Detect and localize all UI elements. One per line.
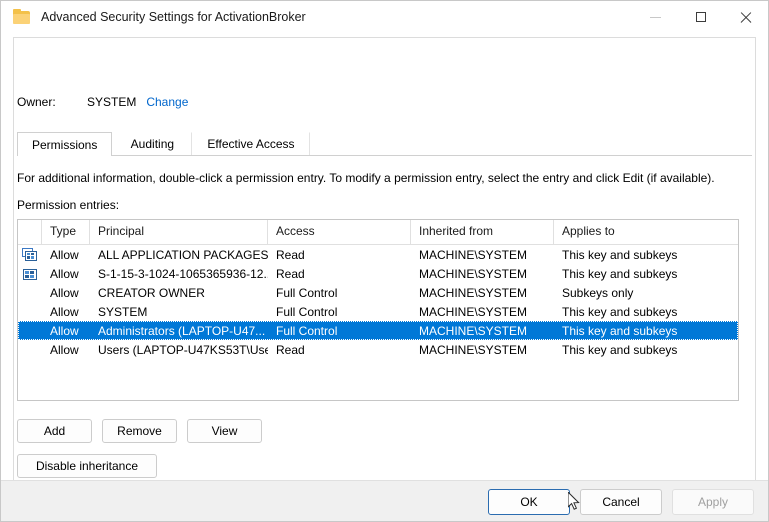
cell-inherited-from: MACHINE\SYSTEM xyxy=(411,305,554,319)
dialog-client-area: Owner: SYSTEM Change Permissions Auditin… xyxy=(1,33,768,480)
cell-access: Full Control xyxy=(268,324,411,338)
app-package-icon xyxy=(18,267,42,281)
list-body: Allow ALL APPLICATION PACKAGES Read MACH… xyxy=(18,245,738,359)
add-button[interactable]: Add xyxy=(17,419,92,443)
cell-type: Allow xyxy=(42,248,90,262)
cell-applies-to: Subkeys only xyxy=(554,286,738,300)
owner-value: SYSTEM xyxy=(87,95,136,109)
entry-action-buttons: Add Remove View xyxy=(17,419,262,443)
maximize-button[interactable] xyxy=(678,1,723,33)
dialog-footer: OK Cancel Apply xyxy=(1,480,768,521)
column-header-access[interactable]: Access xyxy=(268,220,411,244)
owner-label: Owner: xyxy=(17,95,87,109)
cell-principal: SYSTEM xyxy=(90,305,268,319)
column-header-principal[interactable]: Principal xyxy=(90,220,268,244)
title-bar: Advanced Security Settings for Activatio… xyxy=(1,1,768,33)
cell-type: Allow xyxy=(42,267,90,281)
column-header-inherited-from[interactable]: Inherited from xyxy=(411,220,554,244)
cell-access: Full Control xyxy=(268,305,411,319)
cell-inherited-from: MACHINE\SYSTEM xyxy=(411,286,554,300)
maximize-icon xyxy=(696,12,706,22)
user-group-icon xyxy=(18,286,42,300)
tab-effective-access[interactable]: Effective Access xyxy=(192,132,309,155)
instruction-text: For additional information, double-click… xyxy=(17,171,752,185)
table-row[interactable]: Allow ALL APPLICATION PACKAGES Read MACH… xyxy=(18,245,738,264)
permission-entries-list[interactable]: Type Principal Access Inherited from App… xyxy=(17,219,739,401)
cell-access: Read xyxy=(268,267,411,281)
column-header-applies-to[interactable]: Applies to xyxy=(554,220,738,244)
cell-principal: CREATOR OWNER xyxy=(90,286,268,300)
close-icon xyxy=(739,11,752,24)
cell-principal: Administrators (LAPTOP-U47... xyxy=(90,324,268,338)
cell-type: Allow xyxy=(42,343,90,357)
cell-inherited-from: MACHINE\SYSTEM xyxy=(411,324,554,338)
view-button[interactable]: View xyxy=(187,419,262,443)
close-button[interactable] xyxy=(723,1,768,33)
permission-entries-label: Permission entries: xyxy=(17,198,119,212)
user-group-icon xyxy=(18,324,42,338)
cell-applies-to: This key and subkeys xyxy=(554,343,738,357)
app-package-icon xyxy=(18,248,42,262)
disable-inheritance-button[interactable]: Disable inheritance xyxy=(17,454,157,478)
folder-icon xyxy=(13,9,31,25)
cell-type: Allow xyxy=(42,324,90,338)
cell-applies-to: This key and subkeys xyxy=(554,324,738,338)
cell-applies-to: This key and subkeys xyxy=(554,267,738,281)
table-row[interactable]: Allow SYSTEM Full Control MACHINE\SYSTEM… xyxy=(18,302,738,321)
window-controls xyxy=(633,1,768,33)
cell-access: Full Control xyxy=(268,286,411,300)
window-title: Advanced Security Settings for Activatio… xyxy=(41,10,306,24)
minimize-button[interactable] xyxy=(633,1,678,33)
footer-buttons: OK Cancel Apply xyxy=(488,489,754,515)
table-row[interactable]: Allow Administrators (LAPTOP-U47... Full… xyxy=(18,321,738,340)
cell-inherited-from: MACHINE\SYSTEM xyxy=(411,343,554,357)
cell-type: Allow xyxy=(42,286,90,300)
cell-access: Read xyxy=(268,343,411,357)
cell-type: Allow xyxy=(42,305,90,319)
remove-button[interactable]: Remove xyxy=(102,419,177,443)
cell-inherited-from: MACHINE\SYSTEM xyxy=(411,267,554,281)
table-row[interactable]: Allow Users (LAPTOP-U47KS53T\Use... Read… xyxy=(18,340,738,359)
tab-permissions[interactable]: Permissions xyxy=(17,132,112,156)
owner-row: Owner: SYSTEM Change xyxy=(17,95,188,109)
column-header-icon[interactable] xyxy=(18,220,42,244)
cell-inherited-from: MACHINE\SYSTEM xyxy=(411,248,554,262)
cell-applies-to: This key and subkeys xyxy=(554,305,738,319)
user-group-icon xyxy=(18,343,42,357)
cell-principal: ALL APPLICATION PACKAGES xyxy=(90,248,268,262)
apply-button[interactable]: Apply xyxy=(672,489,754,515)
tab-auditing[interactable]: Auditing xyxy=(112,132,192,155)
cell-access: Read xyxy=(268,248,411,262)
list-header: Type Principal Access Inherited from App… xyxy=(18,220,738,245)
tab-strip: Permissions Auditing Effective Access xyxy=(17,131,752,156)
table-row[interactable]: Allow S-1-15-3-1024-1065365936-12... Rea… xyxy=(18,264,738,283)
minimize-icon xyxy=(650,17,661,18)
user-group-icon xyxy=(18,305,42,319)
ok-button[interactable]: OK xyxy=(488,489,570,515)
column-header-type[interactable]: Type xyxy=(42,220,90,244)
cancel-button[interactable]: Cancel xyxy=(580,489,662,515)
table-row[interactable]: Allow CREATOR OWNER Full Control MACHINE… xyxy=(18,283,738,302)
cell-applies-to: This key and subkeys xyxy=(554,248,738,262)
cell-principal: Users (LAPTOP-U47KS53T\Use... xyxy=(90,343,268,357)
advanced-security-settings-window: Advanced Security Settings for Activatio… xyxy=(0,0,769,522)
owner-change-link[interactable]: Change xyxy=(146,95,188,109)
cell-principal: S-1-15-3-1024-1065365936-12... xyxy=(90,267,268,281)
